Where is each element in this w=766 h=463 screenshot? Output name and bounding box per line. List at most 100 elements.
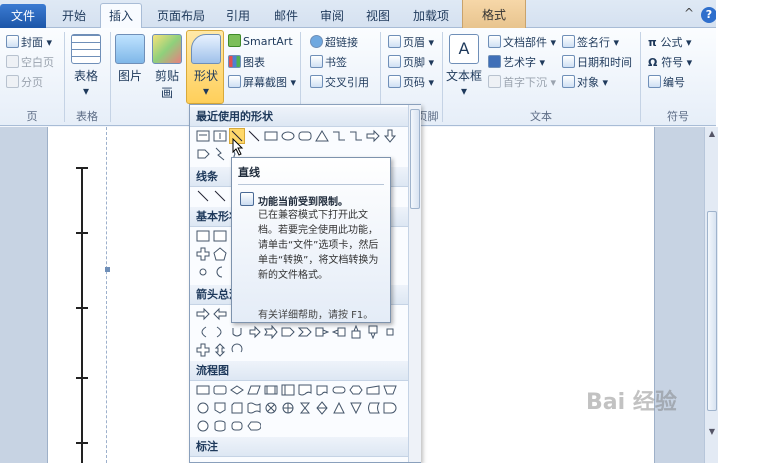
tab-review[interactable]: 审阅	[312, 6, 352, 28]
textbox-button[interactable]: A 文本框 ▾	[446, 34, 482, 98]
oval-shape-icon[interactable]	[281, 129, 295, 143]
arrow-line-shape-icon[interactable]	[247, 129, 261, 143]
scroll-down-icon[interactable]: ▼	[707, 427, 717, 437]
elbow-connector-shape-icon[interactable]	[332, 129, 346, 143]
down-arrow-shape-icon[interactable]	[383, 129, 397, 143]
moon-shape-icon[interactable]	[213, 265, 227, 279]
up-callout-arrow-shape-icon[interactable]	[349, 325, 363, 339]
shapes-button-content[interactable]: 形状 ▾	[188, 34, 224, 98]
tab-references[interactable]: 引用	[218, 6, 258, 28]
header-button[interactable]: 页眉 ▾	[388, 34, 434, 50]
arrow-line-shape-icon[interactable]	[213, 189, 227, 203]
collate-shape-icon[interactable]	[298, 401, 312, 415]
down-callout-arrow-shape-icon[interactable]	[366, 325, 380, 339]
stored-data-shape-icon[interactable]	[366, 401, 380, 415]
left-arrow-shape-icon[interactable]	[213, 307, 227, 321]
tab-format[interactable]: 格式	[462, 0, 526, 28]
clipart-button[interactable]: 剪贴画	[150, 34, 184, 101]
left-callout-arrow-shape-icon[interactable]	[332, 325, 346, 339]
merge-shape-icon[interactable]	[349, 401, 363, 415]
blank-page-button[interactable]: 空白页	[6, 54, 54, 70]
rectangle-shape-icon[interactable]	[264, 129, 278, 143]
dropcap-button[interactable]: 首字下沉 ▾	[488, 74, 556, 90]
number-button[interactable]: 编号	[648, 74, 685, 90]
bookmark-button[interactable]: 书签	[310, 54, 347, 70]
summing-junction-shape-icon[interactable]	[264, 401, 278, 415]
smartart-button[interactable]: SmartArt	[228, 34, 293, 48]
sort-shape-icon[interactable]	[315, 401, 329, 415]
magnetic-disk-shape-icon[interactable]	[213, 419, 227, 433]
rounded-rect-shape-icon[interactable]	[298, 129, 312, 143]
scroll-up-icon[interactable]: ▲	[707, 129, 717, 139]
cross-shape-icon[interactable]	[196, 247, 210, 261]
quad-callout-arrow-shape-icon[interactable]	[383, 325, 397, 339]
page-break-button[interactable]: 分页	[6, 74, 43, 90]
crossref-button[interactable]: 交叉引用	[310, 74, 369, 90]
tab-addins[interactable]: 加载项	[404, 6, 458, 28]
footer-button[interactable]: 页脚 ▾	[388, 54, 434, 70]
u-arrow-shape-icon[interactable]	[230, 325, 244, 339]
help-icon[interactable]: ?	[701, 7, 717, 23]
signature-line-button[interactable]: 签名行 ▾	[562, 34, 619, 50]
textbox-shape-icon[interactable]	[196, 229, 210, 243]
delay-shape-icon[interactable]	[383, 401, 397, 415]
tab-view[interactable]: 视图	[358, 6, 398, 28]
tab-home[interactable]: 开始	[54, 6, 94, 28]
tab-page-layout[interactable]: 页面布局	[150, 6, 212, 28]
curved-arrow-shape-icon[interactable]	[213, 325, 227, 339]
extract-shape-icon[interactable]	[332, 401, 346, 415]
alternate-process-shape-icon[interactable]	[213, 383, 227, 397]
card-shape-icon[interactable]	[230, 401, 244, 415]
curved-arrow-shape-icon[interactable]	[196, 325, 210, 339]
display-shape-icon[interactable]	[247, 419, 261, 433]
preparation-shape-icon[interactable]	[349, 383, 363, 397]
hyperlink-button[interactable]: 超链接	[310, 34, 358, 50]
direct-access-storage-shape-icon[interactable]	[230, 419, 244, 433]
predefined-process-shape-icon[interactable]	[264, 383, 278, 397]
tab-mailings[interactable]: 邮件	[266, 6, 306, 28]
decision-shape-icon[interactable]	[230, 383, 244, 397]
or-shape-icon[interactable]	[281, 401, 295, 415]
manual-operation-shape-icon[interactable]	[383, 383, 397, 397]
vertical-textbox-shape-icon[interactable]	[213, 229, 227, 243]
right-callout-arrow-shape-icon[interactable]	[315, 325, 329, 339]
selection-handle[interactable]	[105, 267, 110, 272]
document-shape-icon[interactable]	[298, 383, 312, 397]
notched-arrow-shape-icon[interactable]	[264, 325, 278, 339]
tab-insert[interactable]: 插入	[100, 3, 142, 29]
punched-tape-shape-icon[interactable]	[247, 401, 261, 415]
tab-file[interactable]: 文件	[0, 4, 46, 28]
pentagon-arrow-shape-icon[interactable]	[281, 325, 295, 339]
manual-input-shape-icon[interactable]	[366, 383, 380, 397]
textbox-shape-icon[interactable]	[196, 129, 210, 143]
screenshot-button[interactable]: 屏幕截图 ▾	[228, 74, 296, 90]
right-arrow-shape-icon[interactable]	[196, 307, 210, 321]
datetime-button[interactable]: 日期和时间	[562, 54, 632, 70]
internal-storage-shape-icon[interactable]	[281, 383, 295, 397]
triangle-shape-icon[interactable]	[315, 129, 329, 143]
data-shape-icon[interactable]	[247, 383, 261, 397]
offpage-connector-shape-icon[interactable]	[213, 401, 227, 415]
quickparts-button[interactable]: 文档部件 ▾	[488, 34, 556, 50]
up-down-arrow-shape-icon[interactable]	[213, 343, 227, 357]
multidocument-shape-icon[interactable]	[315, 383, 329, 397]
line-shape-icon[interactable]	[196, 189, 210, 203]
elbow-arrow-shape-icon[interactable]	[349, 129, 363, 143]
gallery-scrollbar[interactable]	[408, 105, 421, 462]
sequential-storage-shape-icon[interactable]	[196, 419, 210, 433]
equation-button[interactable]: π 公式 ▾	[648, 34, 692, 50]
chart-button[interactable]: 图表	[228, 54, 265, 70]
cover-page-button[interactable]: 封面 ▾	[6, 34, 52, 50]
wordart-button[interactable]: 艺术字 ▾	[488, 54, 545, 70]
terminator-shape-icon[interactable]	[332, 383, 346, 397]
circular-arrow-shape-icon[interactable]	[230, 343, 244, 357]
page-number-button[interactable]: 页码 ▾	[388, 74, 434, 90]
object-button[interactable]: 对象 ▾	[562, 74, 608, 90]
pentagon-shape-icon[interactable]	[213, 247, 227, 261]
quad-arrow-shape-icon[interactable]	[196, 343, 210, 357]
right-arrow-shape-icon[interactable]	[366, 129, 380, 143]
sun-shape-icon[interactable]	[196, 265, 210, 279]
chevron-shape-icon[interactable]	[298, 325, 312, 339]
vertical-textbox-shape-icon[interactable]	[213, 129, 227, 143]
ribbon-collapse-icon[interactable]: ^	[684, 6, 694, 20]
